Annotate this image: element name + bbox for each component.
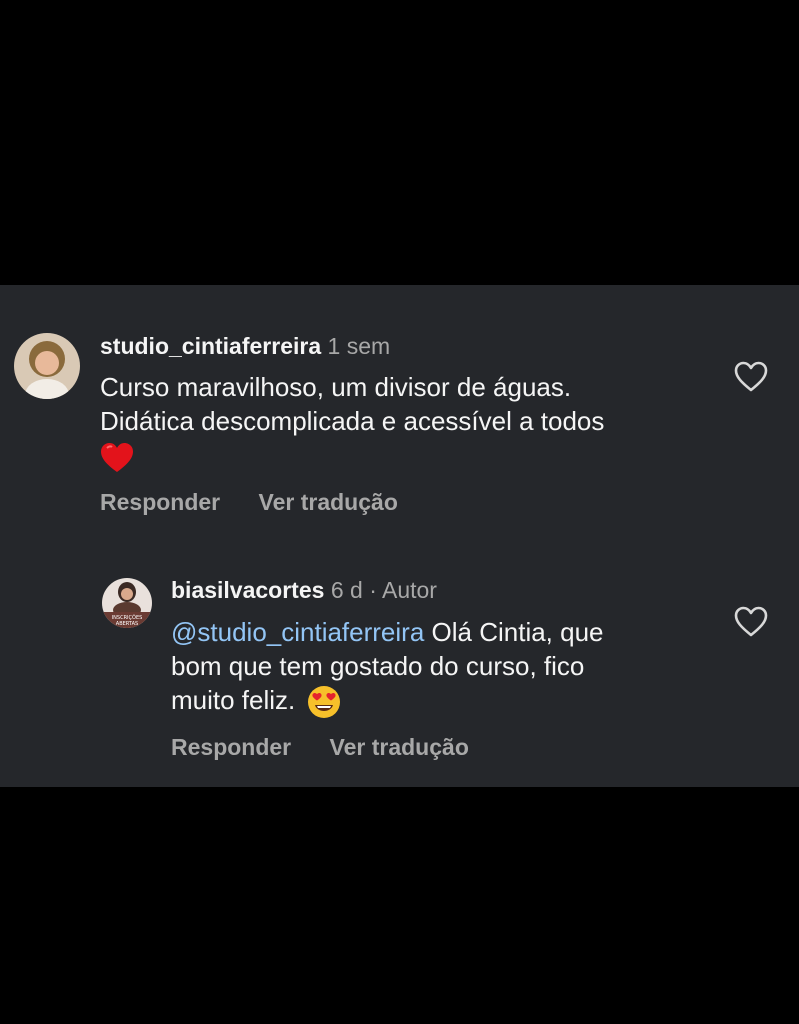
- translate-button[interactable]: Ver tradução: [330, 734, 469, 760]
- red-heart-emoji: [100, 438, 720, 474]
- reply-button[interactable]: Responder: [171, 734, 291, 760]
- like-heart-icon[interactable]: [734, 606, 768, 638]
- comment-text-line: muito feliz.: [171, 683, 731, 719]
- comment-text: Curso maravilhoso, um divisor de águas. …: [100, 370, 720, 474]
- translate-button[interactable]: Ver tradução: [259, 489, 398, 515]
- comment-header: studio_cintiaferreira 1 sem: [100, 332, 390, 360]
- comment-text-line: bom que tem gostado do curso, fico: [171, 651, 585, 681]
- reply-button[interactable]: Responder: [100, 489, 220, 515]
- username[interactable]: studio_cintiaferreira: [100, 333, 321, 359]
- separator: ·: [369, 577, 377, 603]
- avatar[interactable]: INSCRIÇÕES ABERTAS: [102, 578, 152, 628]
- comment-text-line: @studio_cintiaferreira Olá Cintia, que: [171, 615, 731, 649]
- avatar-text-1: INSCRIÇÕES: [112, 614, 143, 621]
- comment-actions: Responder Ver tradução: [100, 489, 430, 516]
- comment-text-line: Curso maravilhoso, um divisor de águas.: [100, 372, 572, 402]
- avatar[interactable]: [14, 333, 80, 399]
- avatar-text-2: ABERTAS: [116, 621, 138, 627]
- comment-actions: Responder Ver tradução: [171, 734, 501, 761]
- author-badge: Autor: [381, 577, 437, 603]
- username[interactable]: biasilvacortes: [171, 577, 324, 603]
- timestamp: 1 sem: [327, 333, 391, 359]
- comment-text: @studio_cintiaferreira Olá Cintia, que b…: [171, 615, 731, 719]
- mention-link[interactable]: @studio_cintiaferreira: [171, 617, 424, 647]
- heart-eyes-emoji: [307, 686, 340, 719]
- comment-text-fragment: muito feliz.: [171, 685, 303, 715]
- comments-panel: studio_cintiaferreira 1 sem Curso maravi…: [0, 285, 799, 787]
- comment-text-line: Didática descomplicada e acessível a tod…: [100, 406, 605, 436]
- like-heart-icon[interactable]: [734, 361, 768, 393]
- comment-header: biasilvacortes 6 d · Autor: [171, 576, 437, 604]
- comment-text-fragment: Olá Cintia, que: [424, 617, 604, 647]
- timestamp: 6 d: [330, 577, 363, 603]
